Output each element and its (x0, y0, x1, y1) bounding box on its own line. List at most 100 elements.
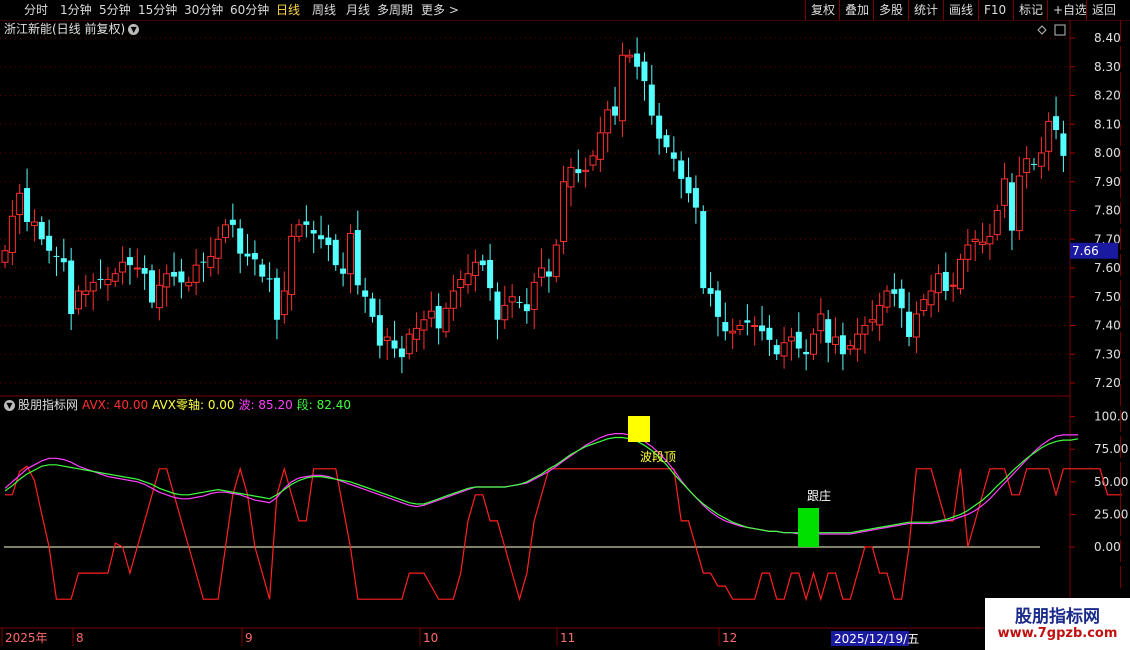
candle-up (413, 327, 421, 340)
candle-up (508, 296, 516, 303)
side-tab[interactable] (1120, 202, 1130, 224)
candle-down (251, 253, 258, 260)
candle-up (346, 233, 354, 275)
candle-down (634, 53, 641, 67)
candle-up (192, 264, 200, 283)
candle-up (75, 290, 82, 310)
candle-down (332, 239, 339, 266)
side-tab[interactable] (1120, 566, 1130, 588)
series-line-AVX (5, 465, 1123, 602)
candle-down (575, 169, 582, 174)
follow-signal (798, 508, 819, 547)
side-tab[interactable] (1120, 488, 1130, 510)
candle-down (1031, 163, 1037, 165)
candle-up (111, 273, 119, 282)
side-tab[interactable] (1120, 462, 1130, 484)
side-tab[interactable] (1120, 306, 1130, 328)
candle-down (68, 260, 75, 314)
candle-up (934, 273, 942, 294)
candle-up (449, 290, 457, 309)
candle-up (427, 310, 435, 319)
stock-chart[interactable]: 8.408.308.208.108.007.907.807.707.607.50… (0, 0, 1130, 650)
candle-down (237, 228, 244, 254)
candle-up (567, 166, 575, 188)
candle-up (854, 333, 862, 350)
time-label: 9 (245, 631, 253, 645)
side-tab[interactable] (1120, 332, 1130, 354)
candle-down (24, 188, 31, 222)
side-tab[interactable] (1120, 72, 1130, 94)
candle-up (1, 250, 9, 263)
candle-down (259, 264, 266, 277)
price-tick-label: 7.60 (1094, 261, 1121, 275)
price-tick-label: 7.90 (1094, 175, 1121, 189)
side-tab[interactable] (1120, 280, 1130, 302)
right-side-tabs[interactable] (1118, 20, 1130, 650)
side-tab[interactable] (1120, 176, 1130, 198)
side-tab[interactable] (1120, 358, 1130, 380)
candle-up (207, 256, 215, 268)
candle-up (927, 290, 935, 306)
price-tick-label: 7.40 (1094, 319, 1121, 333)
candle-up (405, 333, 413, 355)
price-tick-label: 8.20 (1094, 89, 1121, 103)
candle-up (185, 281, 193, 287)
price-tick-label: 7.80 (1094, 204, 1121, 218)
candle-down (141, 268, 148, 274)
candle-down (1060, 133, 1067, 156)
candle-up (222, 224, 229, 239)
candle-up (104, 279, 112, 286)
maximize-icon (1054, 24, 1066, 36)
candle-down (648, 84, 655, 116)
candle-down (692, 188, 699, 208)
side-tab[interactable] (1120, 384, 1130, 406)
candle-down (149, 270, 155, 303)
candle-down (310, 230, 317, 234)
candle-up (596, 132, 604, 160)
side-tab[interactable] (1120, 124, 1130, 146)
candle-up (920, 299, 928, 312)
side-tab[interactable] (1120, 540, 1130, 562)
candle-down (303, 221, 310, 225)
candle-up (1045, 120, 1053, 152)
candle-up (861, 325, 869, 335)
candle-up (133, 267, 141, 270)
candle-down (266, 278, 273, 280)
candle-up (964, 244, 972, 260)
ind-tick-label: 0.00 (1094, 540, 1121, 554)
candle-down (340, 268, 347, 274)
watermark: 股朋指标网 www.7gpzb.com (985, 598, 1130, 650)
candle-up (1037, 152, 1045, 167)
candle-up (288, 235, 296, 295)
candle-up (993, 210, 1001, 236)
side-tab[interactable] (1120, 46, 1130, 68)
candle-up (82, 290, 90, 295)
side-tab[interactable] (1120, 254, 1130, 276)
candle-up (457, 279, 465, 289)
candle-down (487, 259, 494, 289)
candle-up (582, 169, 590, 172)
side-tab[interactable] (1120, 20, 1130, 42)
candle-up (295, 224, 303, 237)
side-tab[interactable] (1120, 98, 1130, 120)
side-tab[interactable] (1120, 410, 1130, 432)
candle-up (883, 290, 891, 308)
candle-down (273, 277, 280, 320)
candle-down (60, 258, 67, 263)
candle-down (825, 319, 832, 343)
candle-down (354, 230, 361, 286)
candle-up (868, 319, 876, 323)
side-tab[interactable] (1120, 228, 1130, 250)
side-tab[interactable] (1120, 150, 1130, 172)
candle-up (751, 325, 759, 327)
price-tick-label: 8.00 (1094, 146, 1121, 160)
candle-up (119, 261, 127, 273)
candle-down (391, 340, 398, 349)
candle-down (229, 219, 236, 225)
side-tab[interactable] (1120, 436, 1130, 458)
candle-down (494, 291, 501, 320)
candle-down (53, 255, 60, 257)
candle-up (538, 267, 546, 278)
candle-up (383, 336, 391, 341)
side-tab[interactable] (1120, 514, 1130, 536)
